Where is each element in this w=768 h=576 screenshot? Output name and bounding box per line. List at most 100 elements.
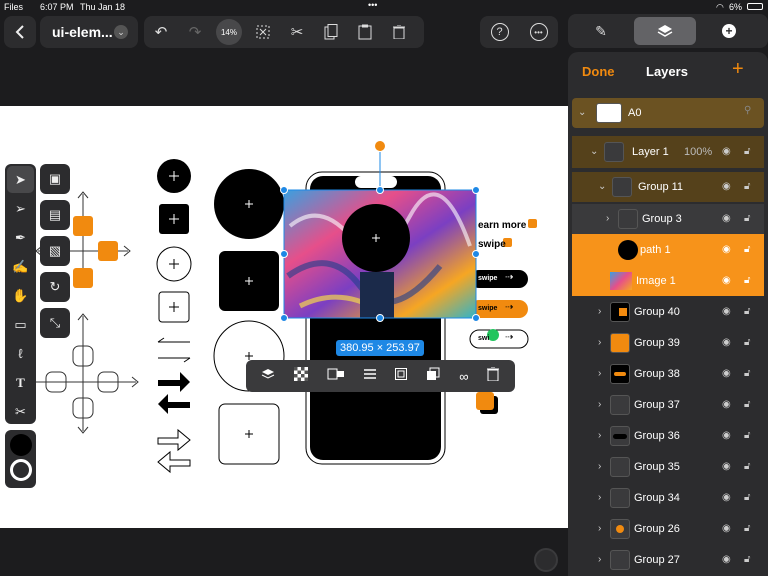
cut-icon[interactable]: ✂ (280, 16, 314, 48)
layer-row-group27[interactable]: › Group 27 ◉ 🔓︎ (572, 545, 764, 575)
eye-icon[interactable]: ◉ (722, 492, 731, 503)
zoom-indicator[interactable]: 14% (212, 16, 246, 48)
resize-handle-t[interactable] (376, 186, 384, 194)
resize-handle-bl[interactable] (280, 314, 288, 322)
eye-icon[interactable]: ◉ (722, 181, 731, 192)
fit-frame-icon[interactable] (395, 367, 408, 385)
layers-icon[interactable] (261, 367, 275, 385)
pen-tool-icon[interactable]: ✒ (7, 224, 34, 251)
add-tab-icon[interactable]: + (698, 17, 760, 45)
unlock-icon[interactable]: 🔓︎ (744, 275, 750, 286)
duplicate-icon[interactable] (426, 367, 440, 386)
layer-row-layer1[interactable]: ⌄ Layer 1 100% ◉ 🔓︎ (572, 136, 764, 168)
rotate-icon[interactable]: ↻ (40, 272, 70, 302)
chevron-right-icon[interactable]: › (598, 523, 601, 534)
chevron-right-icon[interactable]: › (598, 368, 601, 379)
chevron-right-icon[interactable]: › (598, 306, 601, 317)
unlock-icon[interactable]: 🔓︎ (744, 337, 750, 348)
more-icon[interactable]: ••• (529, 23, 548, 41)
chevron-right-icon[interactable]: › (598, 430, 601, 441)
resize-handle-r[interactable] (472, 250, 480, 258)
resize-handle-br[interactable] (472, 314, 480, 322)
layer-row-group39[interactable]: › Group 39 ◉ 🔓︎ (572, 328, 764, 358)
eye-icon[interactable]: ◉ (722, 213, 731, 224)
layer-row-group3[interactable]: › Group 3 ◉ 🔓︎ (572, 204, 764, 234)
eye-icon[interactable]: ◉ (722, 244, 731, 255)
lasso-tool-icon[interactable]: ℓ (7, 340, 34, 367)
chevron-down-icon[interactable]: ⌄ (578, 107, 586, 118)
unlock-icon[interactable]: 🔓︎ (744, 461, 750, 472)
layer-row-group26[interactable]: › Group 26 ◉ 🔓︎ (572, 514, 764, 544)
resize-handle-b[interactable] (376, 314, 384, 322)
eye-icon[interactable]: ◉ (722, 368, 731, 379)
eye-icon[interactable]: ◉ (722, 399, 731, 410)
eye-icon[interactable]: ◉ (722, 461, 731, 472)
unlock-icon[interactable]: 🔓︎ (744, 399, 750, 410)
unlock-icon[interactable]: 🔓︎ (744, 554, 750, 565)
layer-row-path1[interactable]: path 1 ◉ 🔓︎ (572, 234, 764, 266)
layer-row-artboard[interactable]: ⌄ A0 ⚲ (572, 98, 764, 128)
text-tool-icon[interactable]: T (7, 369, 34, 396)
layer-row-group37[interactable]: › Group 37 ◉ 🔓︎ (572, 390, 764, 420)
layer-row-group36[interactable]: › Group 36 ◉ 🔓︎ (572, 421, 764, 451)
unlock-icon[interactable]: 🔓︎ (744, 213, 750, 224)
select-tool-icon[interactable]: ➤ (7, 166, 34, 193)
eye-icon[interactable]: ◉ (722, 523, 731, 534)
done-button[interactable]: Done (582, 64, 615, 79)
layer-row-image1[interactable]: Image 1 ◉ 🔓︎ (572, 266, 764, 296)
help-icon[interactable]: ? (490, 23, 509, 41)
transform-icon[interactable]: ▧ (40, 236, 70, 266)
arrange-icon[interactable] (327, 367, 345, 385)
unlock-icon[interactable]: 🔓︎ (744, 146, 750, 157)
pin-icon[interactable]: ⚲ (744, 105, 751, 116)
unlock-icon[interactable]: 🔓︎ (744, 430, 750, 441)
chevron-right-icon[interactable]: › (598, 554, 601, 565)
document-icon[interactable]: ▤ (40, 200, 70, 230)
copy-icon[interactable] (314, 16, 348, 48)
chevron-right-icon[interactable]: › (598, 399, 601, 410)
unlock-icon[interactable]: 🔓︎ (744, 244, 750, 255)
resize-handle-tr[interactable] (472, 186, 480, 194)
chevron-right-icon[interactable]: › (598, 337, 601, 348)
opacity-icon[interactable] (294, 366, 309, 386)
back-button[interactable] (4, 16, 36, 48)
chevron-down-icon[interactable]: ⌄ (598, 181, 606, 192)
chevron-right-icon[interactable]: › (598, 461, 601, 472)
undo-icon[interactable]: ↶ (144, 16, 178, 48)
layers-tab-icon[interactable] (634, 17, 696, 45)
layer-row-group11[interactable]: ⌄ Group 11 ◉ 🔓︎ (572, 172, 764, 202)
redo-icon[interactable]: ↷ (178, 16, 212, 48)
stroke-color-swatch[interactable] (9, 459, 32, 481)
mask-icon[interactable]: ∞ (459, 369, 468, 384)
shape-builder-tool-icon[interactable]: ✋ (7, 282, 34, 309)
unlock-icon[interactable]: 🔓︎ (744, 523, 750, 534)
deselect-icon[interactable] (246, 16, 280, 48)
direct-select-tool-icon[interactable]: ➢ (7, 195, 34, 222)
layer-row-group34[interactable]: › Group 34 ◉ 🔓︎ (572, 483, 764, 513)
eye-icon[interactable]: ◉ (722, 554, 731, 565)
chevron-down-icon[interactable]: ⌄ (590, 146, 598, 157)
multitask-dots-icon[interactable]: ••• (368, 0, 377, 10)
rectangle-tool-icon[interactable]: ▭ (7, 311, 34, 338)
unlock-icon[interactable]: 🔓︎ (744, 306, 750, 317)
unlock-icon[interactable]: 🔓︎ (744, 368, 750, 379)
eye-icon[interactable]: ◉ (722, 337, 731, 348)
chevron-right-icon[interactable]: › (606, 213, 609, 224)
resize-handle-l[interactable] (280, 250, 288, 258)
unlock-icon[interactable]: 🔓︎ (744, 492, 750, 503)
eye-icon[interactable]: ◉ (722, 146, 731, 157)
document-title-button[interactable]: ui-elem... ⌄ (40, 16, 138, 48)
eye-icon[interactable]: ◉ (722, 306, 731, 317)
quick-action-button[interactable] (534, 548, 558, 572)
align-icon[interactable] (364, 367, 377, 385)
resize-handle-tl[interactable] (280, 186, 288, 194)
eye-icon[interactable]: ◉ (722, 430, 731, 441)
unlock-icon[interactable]: 🔓︎ (744, 181, 750, 192)
brush-tab-icon[interactable]: ✎ (570, 17, 632, 45)
chevron-right-icon[interactable]: › (598, 492, 601, 503)
paste-icon[interactable] (348, 16, 382, 48)
layer-row-group38[interactable]: › Group 38 ◉ 🔓︎ (572, 359, 764, 389)
add-layer-button[interactable]: + (732, 58, 744, 81)
eye-icon[interactable]: ◉ (722, 275, 731, 286)
trash-icon[interactable] (487, 366, 500, 386)
